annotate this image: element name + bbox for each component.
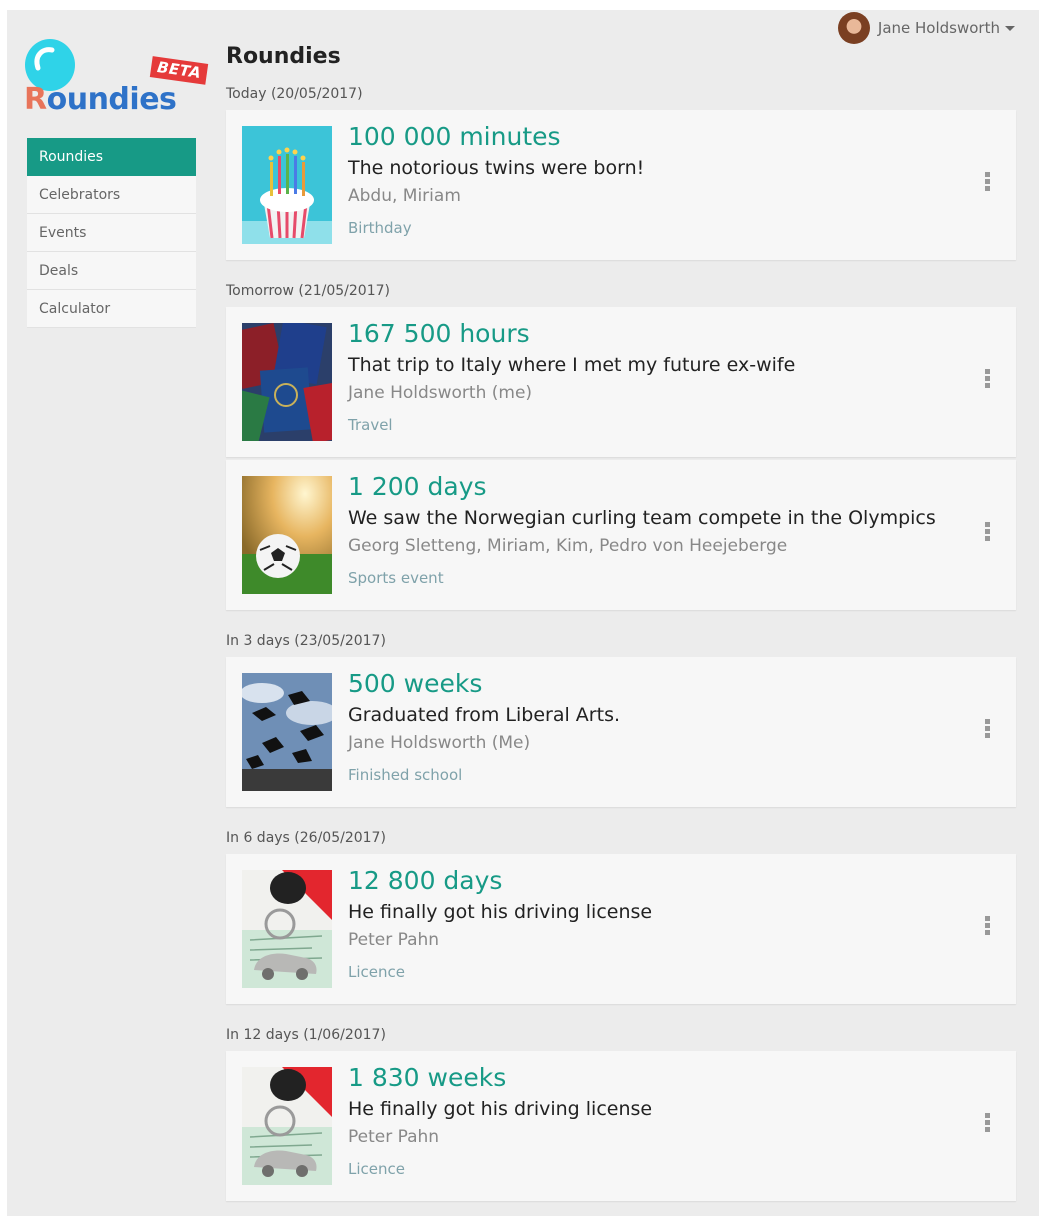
roundie-value: 1 830 weeks bbox=[348, 1063, 507, 1092]
roundie-group: Tomorrow (21/05/2017) 167 500 hours That… bbox=[226, 281, 1016, 610]
roundie-card[interactable]: 12 800 days He finally got his driving l… bbox=[226, 854, 1016, 1004]
more-vertical-icon[interactable] bbox=[982, 1113, 992, 1137]
roundie-value: 100 000 minutes bbox=[348, 122, 561, 151]
caret-down-icon bbox=[1005, 25, 1015, 31]
birthday-cupcake-image bbox=[242, 126, 332, 244]
group-date-label: In 12 days (1/06/2017) bbox=[226, 1027, 386, 1043]
sidebar-item-calculator[interactable]: Calculator bbox=[27, 290, 196, 328]
roundie-celebrators: Abdu, Miriam bbox=[348, 186, 461, 206]
more-vertical-icon[interactable] bbox=[982, 522, 992, 546]
sidebar-nav: Roundies Celebrators Events Deals Calcul… bbox=[27, 138, 196, 328]
main-content: Roundies Today (20/05/2017) 100 000 minu… bbox=[226, 40, 1016, 1222]
roundie-category: Licence bbox=[348, 1160, 405, 1178]
sidebar-item-deals[interactable]: Deals bbox=[27, 252, 196, 290]
roundie-group: In 6 days (26/05/2017) 12 800 days He fi… bbox=[226, 828, 1016, 1004]
page-title: Roundies bbox=[226, 44, 341, 69]
roundie-category: Birthday bbox=[348, 219, 412, 237]
roundie-description: We saw the Norwegian curling team compet… bbox=[348, 507, 936, 529]
roundie-description: That trip to Italy where I met my future… bbox=[348, 354, 796, 376]
roundies-logo[interactable]: Roundies BETA bbox=[24, 38, 209, 126]
more-vertical-icon[interactable] bbox=[982, 719, 992, 743]
car-keys-image bbox=[242, 870, 332, 988]
more-vertical-icon[interactable] bbox=[982, 172, 992, 196]
roundie-value: 500 weeks bbox=[348, 669, 483, 698]
roundie-celebrators: Jane Holdsworth (me) bbox=[348, 383, 533, 403]
roundie-card[interactable]: 500 weeks Graduated from Liberal Arts. J… bbox=[226, 657, 1016, 807]
roundie-celebrators: Georg Sletteng, Miriam, Kim, Pedro von H… bbox=[348, 536, 788, 556]
roundie-group: In 3 days (23/05/2017) 500 weeks Graduat… bbox=[226, 631, 1016, 807]
soccer-ball-image bbox=[242, 476, 332, 594]
roundie-description: He finally got his driving license bbox=[348, 901, 653, 923]
beta-badge: BETA bbox=[149, 56, 209, 85]
more-vertical-icon[interactable] bbox=[982, 916, 992, 940]
graduation-caps-image bbox=[242, 673, 332, 791]
roundie-value: 1 200 days bbox=[348, 472, 487, 501]
roundie-group: In 12 days (1/06/2017) 1 830 weeks He fi… bbox=[226, 1025, 1016, 1201]
roundie-card[interactable]: 1 200 days We saw the Norwegian curling … bbox=[226, 460, 1016, 610]
user-name: Jane Holdsworth bbox=[877, 19, 1000, 37]
roundie-category: Licence bbox=[348, 963, 405, 981]
card-text: 1 200 days We saw the Norwegian curling … bbox=[348, 470, 956, 590]
sidebar-item-celebrators[interactable]: Celebrators bbox=[27, 176, 196, 214]
roundie-description: The notorious twins were born! bbox=[348, 157, 645, 179]
logo-wordmark: Roundies bbox=[24, 82, 177, 117]
group-date-label: In 3 days (23/05/2017) bbox=[226, 633, 386, 649]
roundie-celebrators: Jane Holdsworth (Me) bbox=[348, 733, 531, 753]
group-date-label: Today (20/05/2017) bbox=[226, 86, 363, 102]
more-vertical-icon[interactable] bbox=[982, 369, 992, 393]
logo-letter-r: R bbox=[24, 82, 47, 117]
roundie-category: Travel bbox=[348, 416, 393, 434]
roundie-category: Finished school bbox=[348, 766, 463, 784]
app-frame: Roundies BETA Jane Holdsworth Roundies C… bbox=[7, 10, 1039, 1216]
roundie-card[interactable]: 100 000 minutes The notorious twins were… bbox=[226, 110, 1016, 260]
roundie-celebrators: Peter Pahn bbox=[348, 930, 440, 950]
card-text: 1 830 weeks He finally got his driving l… bbox=[348, 1061, 956, 1181]
card-text: 100 000 minutes The notorious twins were… bbox=[348, 120, 956, 240]
roundie-value: 12 800 days bbox=[348, 866, 503, 895]
car-keys-image bbox=[242, 1067, 332, 1185]
group-date-label: Tomorrow (21/05/2017) bbox=[226, 283, 390, 299]
group-date-label: In 6 days (26/05/2017) bbox=[226, 830, 386, 846]
roundie-value: 167 500 hours bbox=[348, 319, 530, 348]
card-text: 12 800 days He finally got his driving l… bbox=[348, 864, 956, 984]
roundie-description: Graduated from Liberal Arts. bbox=[348, 704, 621, 726]
roundie-description: He finally got his driving license bbox=[348, 1098, 653, 1120]
sidebar-item-events[interactable]: Events bbox=[27, 214, 196, 252]
roundie-card[interactable]: 167 500 hours That trip to Italy where I… bbox=[226, 307, 1016, 457]
card-text: 500 weeks Graduated from Liberal Arts. J… bbox=[348, 667, 956, 787]
roundie-card[interactable]: 1 830 weeks He finally got his driving l… bbox=[226, 1051, 1016, 1201]
card-text: 167 500 hours That trip to Italy where I… bbox=[348, 317, 956, 437]
logo-text: oundies bbox=[46, 82, 177, 117]
passports-image bbox=[242, 323, 332, 441]
roundie-category: Sports event bbox=[348, 569, 444, 587]
roundie-group: Today (20/05/2017) 100 000 minutes The n… bbox=[226, 84, 1016, 260]
roundie-celebrators: Peter Pahn bbox=[348, 1127, 440, 1147]
sidebar-item-roundies[interactable]: Roundies bbox=[27, 138, 196, 176]
